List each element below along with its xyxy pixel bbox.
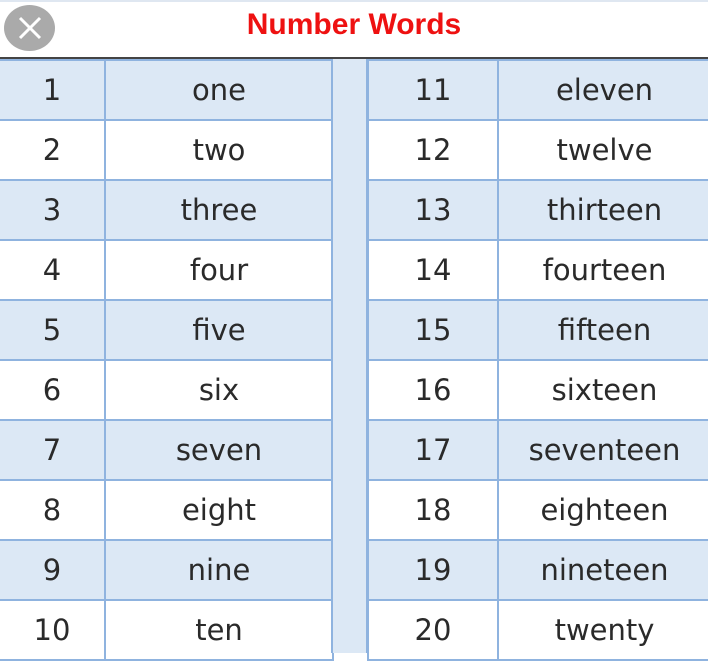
word-cell: eleven — [497, 59, 708, 121]
number-cell: 7 — [0, 419, 106, 481]
table-row: 7 seven — [0, 419, 334, 481]
number-cell: 11 — [367, 59, 499, 121]
word-cell: sixteen — [497, 359, 708, 421]
table-row: 13 thirteen — [367, 179, 708, 241]
word-cell: thirteen — [497, 179, 708, 241]
table-row: 20 twenty — [367, 599, 708, 661]
word-cell: twenty — [497, 599, 708, 661]
number-cell: 15 — [367, 299, 499, 361]
word-cell: one — [104, 59, 334, 121]
page-title: Number Words — [246, 8, 462, 41]
word-cell: fifteen — [497, 299, 708, 361]
table-row: 4 four — [0, 239, 334, 301]
word-cell: twelve — [497, 119, 708, 181]
number-cell: 10 — [0, 599, 106, 661]
number-cell: 12 — [367, 119, 499, 181]
table-row: 12 twelve — [367, 119, 708, 181]
word-cell: eighteen — [497, 479, 708, 541]
close-icon — [18, 16, 41, 40]
table-row: 17 seventeen — [367, 419, 708, 481]
number-cell: 5 — [0, 299, 106, 361]
word-cell: seventeen — [497, 419, 708, 481]
word-cell: five — [104, 299, 334, 361]
table-row: 14 fourteen — [367, 239, 708, 301]
table-row: 8 eight — [0, 479, 334, 541]
number-cell: 1 — [0, 59, 106, 121]
table-row: 2 two — [0, 119, 334, 181]
number-table-right: 11 eleven 12 twelve 13 thirteen 14 fourteen 15 fi… — [367, 59, 708, 661]
number-cell: 17 — [367, 419, 499, 481]
word-cell: nineteen — [497, 539, 708, 601]
number-cell: 13 — [367, 179, 499, 241]
number-cell: 19 — [367, 539, 499, 601]
word-cell: fourteen — [497, 239, 708, 301]
number-table-left: 1 one 2 two 3 three 4 four 5 five 6 six 7 seven 8 eight… — [0, 59, 334, 661]
table-row: 19 nineteen — [367, 539, 708, 601]
word-cell: eight — [104, 479, 334, 541]
number-cell: 2 — [0, 119, 106, 181]
number-cell: 18 — [367, 479, 499, 541]
number-cell: 8 — [0, 479, 106, 541]
table-row: 11 eleven — [367, 59, 708, 121]
word-cell: ten — [104, 599, 334, 661]
word-cell: two — [104, 119, 334, 181]
top-border — [0, 0, 708, 2]
word-cell: six — [104, 359, 334, 421]
table-row: 15 fifteen — [367, 299, 708, 361]
number-cell: 6 — [0, 359, 106, 421]
number-cell: 20 — [367, 599, 499, 661]
close-button[interactable] — [4, 5, 55, 51]
table-row: 5 five — [0, 299, 334, 361]
number-cell: 4 — [0, 239, 106, 301]
word-cell: three — [104, 179, 334, 241]
table-row: 10 ten — [0, 599, 334, 661]
word-cell: nine — [104, 539, 334, 601]
number-cell: 14 — [367, 239, 499, 301]
column-spacer — [331, 59, 368, 653]
table-row: 3 three — [0, 179, 334, 241]
table-row: 9 nine — [0, 539, 334, 601]
table-row: 6 six — [0, 359, 334, 421]
table-row: 1 one — [0, 59, 334, 121]
table-row: 18 eighteen — [367, 479, 708, 541]
number-cell: 16 — [367, 359, 499, 421]
number-cell: 9 — [0, 539, 106, 601]
number-cell: 3 — [0, 179, 106, 241]
table-row: 16 sixteen — [367, 359, 708, 421]
word-cell: four — [104, 239, 334, 301]
word-cell: seven — [104, 419, 334, 481]
